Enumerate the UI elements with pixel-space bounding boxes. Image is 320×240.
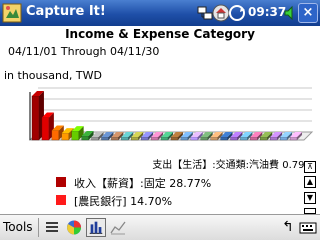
legend-label: 收入【薪資】:固定 28.77% (74, 177, 212, 190)
legend-label: [農民銀行] 14.70% (74, 195, 173, 208)
chart-bars[interactable] (31, 91, 303, 141)
list-view-icon[interactable] (42, 218, 62, 237)
legend-swatch (56, 177, 66, 187)
legend-swatch (56, 195, 66, 205)
unit-label: in thousand, TWD (4, 69, 102, 82)
clock[interactable]: 09:37 (248, 5, 286, 19)
bottom-toolbar: Tools ↰ (0, 214, 320, 240)
sync-icon[interactable] (228, 4, 246, 22)
window-title: Capture It! (26, 4, 106, 19)
keyboard-icon[interactable] (298, 218, 318, 237)
close-button[interactable]: × (298, 3, 318, 23)
pie-chart-icon[interactable] (64, 218, 84, 237)
scroll-down-button[interactable]: ▼ (304, 192, 316, 204)
title-bar: Capture It! 09:37 × (0, 0, 320, 26)
scroll-top-button[interactable]: ⊼ (304, 161, 316, 173)
back-button[interactable]: ↰ (278, 218, 298, 237)
selected-category-label: 支出【生活】:交通類:汽油費 0.79% (152, 160, 314, 171)
toolbar-divider (38, 218, 39, 237)
date-range: 04/11/01 Through 04/11/30 (8, 45, 160, 58)
line-chart-icon[interactable] (108, 218, 128, 237)
app-logo-icon (2, 3, 22, 23)
scroll-up-button[interactable]: ▲ (304, 176, 316, 188)
category-bar-chart[interactable] (0, 84, 320, 154)
volume-icon[interactable] (283, 4, 297, 22)
tools-menu[interactable]: Tools (3, 220, 33, 234)
bar-chart-icon[interactable] (86, 218, 106, 237)
report-title: Income & Expense Category (65, 27, 255, 41)
